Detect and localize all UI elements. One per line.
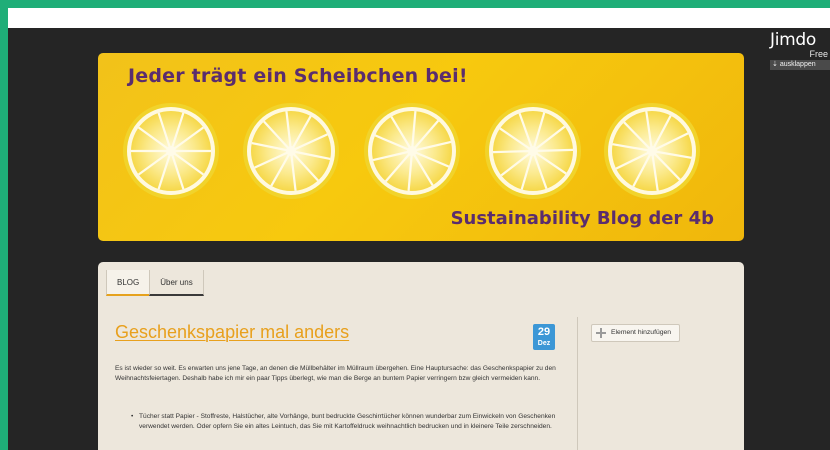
date-month: Dez <box>537 340 551 347</box>
expand-icon: ⇣ <box>772 61 780 68</box>
content-panel: BLOG Über uns Geschenkspapier mal anders… <box>98 262 744 450</box>
jimdo-badge[interactable]: Jimdo Free ⇣ ausklappen <box>770 31 830 70</box>
lemon-slice <box>243 103 339 199</box>
post-bullet-list: Tücher statt Papier - Stoffreste, Halstü… <box>131 412 571 432</box>
expand-label: ausklappen <box>779 61 816 68</box>
tab-ueber-uns[interactable]: Über uns <box>149 270 204 296</box>
post-intro: Es ist wieder so weit. Es erwarten uns j… <box>115 365 556 382</box>
tab-blog[interactable]: BLOG <box>106 270 150 296</box>
date-day: 29 <box>537 326 551 338</box>
date-badge: 29 Dez <box>533 324 555 350</box>
nav-tabs: BLOG Über uns <box>106 270 204 296</box>
banner-subtitle: Sustainability Blog der 4b <box>450 208 714 229</box>
banner-title: Jeder trägt ein Scheibchen bei! <box>128 65 468 87</box>
post-title-link[interactable]: Geschenkspapier mal anders <box>115 322 349 343</box>
lemon-slice <box>364 103 460 199</box>
add-element-label: Element hinzufügen <box>611 329 672 336</box>
lemon-slice <box>123 103 219 199</box>
jimdo-plan-label: Free <box>809 49 828 59</box>
column-divider <box>577 317 578 450</box>
jimdo-logo[interactable]: Jimdo <box>770 31 830 49</box>
browser-frame-top <box>8 8 830 28</box>
header-banner: Jeder trägt ein Scheibchen bei! Sustaina… <box>98 53 744 241</box>
expand-button[interactable]: ⇣ ausklappen <box>770 60 830 70</box>
add-element-button[interactable]: Element hinzufügen <box>591 324 681 342</box>
lemon-slice <box>485 103 581 199</box>
lemon-slice <box>604 103 700 199</box>
page: Jimdo Free ⇣ ausklappen Jeder trägt ein … <box>8 28 830 450</box>
list-item: Tücher statt Papier - Stoffreste, Halstü… <box>131 412 571 432</box>
plus-icon <box>596 328 606 338</box>
